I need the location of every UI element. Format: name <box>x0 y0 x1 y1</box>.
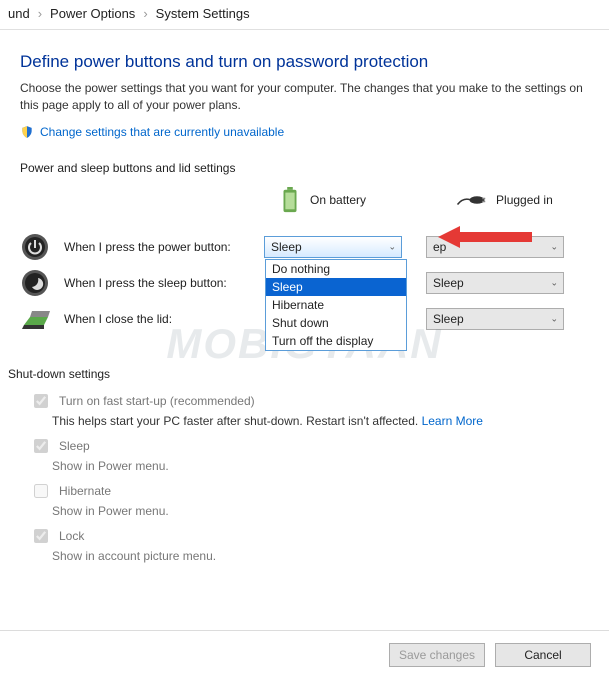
dropdown-option[interactable]: Hibernate <box>266 296 406 314</box>
power-button-battery-dropdown: Do nothing Sleep Hibernate Shut down Tur… <box>265 259 407 351</box>
dropdown-option[interactable]: Turn off the display <box>266 332 406 350</box>
hibernate-checkbox-row: Hibernate <box>20 481 589 501</box>
power-button-battery-select[interactable]: Sleep ⌄ Do nothing Sleep Hibernate Shut … <box>264 236 402 258</box>
sleep-icon <box>20 268 50 298</box>
breadcrumb-item[interactable]: und <box>4 6 34 21</box>
footer-separator <box>0 630 609 631</box>
hibernate-checkbox-label: Hibernate <box>59 484 111 498</box>
learn-more-link[interactable]: Learn More <box>422 414 483 428</box>
lid-label: When I close the lid: <box>64 312 264 326</box>
on-battery-header: On battery <box>280 187 366 213</box>
chevron-right-icon: › <box>139 6 151 21</box>
fast-startup-row: Turn on fast start-up (recommended) <box>20 391 589 411</box>
column-headers: On battery Plugged in <box>20 187 589 213</box>
change-unavailable-settings-link[interactable]: Change settings that are currently unava… <box>20 125 284 139</box>
page-description: Choose the power settings that you want … <box>20 80 589 115</box>
power-sleep-lid-header: Power and sleep buttons and lid settings <box>20 161 589 175</box>
chevron-down-icon: ⌄ <box>550 277 558 288</box>
plug-icon <box>456 191 486 209</box>
chevron-down-icon: ⌄ <box>550 313 558 324</box>
breadcrumb: und › Power Options › System Settings <box>0 0 609 30</box>
lock-checkbox-label: Lock <box>59 529 84 543</box>
annotation-arrow <box>458 232 532 242</box>
change-unavailable-settings-text[interactable]: Change settings that are currently unava… <box>40 125 284 139</box>
select-value: Sleep <box>433 312 464 326</box>
sleep-button-label: When I press the sleep button: <box>64 276 264 290</box>
fast-startup-label: Turn on fast start-up (recommended) <box>59 394 255 408</box>
select-value: Sleep <box>433 276 464 290</box>
annotation-arrow-head <box>438 226 460 248</box>
sleep-checkbox <box>34 439 48 453</box>
fast-startup-checkbox <box>34 394 48 408</box>
chevron-down-icon: ⌄ <box>388 241 396 252</box>
dropdown-option[interactable]: Do nothing <box>266 260 406 278</box>
shutdown-settings-header: Shut-down settings <box>8 367 589 381</box>
sleep-checkbox-label: Sleep <box>59 439 90 453</box>
power-button-row: When I press the power button: Sleep ⌄ D… <box>20 229 589 265</box>
save-changes-button: Save changes <box>389 643 485 667</box>
breadcrumb-item[interactable]: Power Options <box>46 6 139 21</box>
dropdown-option-selected[interactable]: Sleep <box>266 278 406 296</box>
battery-icon <box>280 187 300 213</box>
power-button-label: When I press the power button: <box>64 240 264 254</box>
sleep-checkbox-row: Sleep <box>20 436 589 456</box>
hibernate-checkbox <box>34 484 48 498</box>
dropdown-option[interactable]: Shut down <box>266 314 406 332</box>
chevron-down-icon: ⌄ <box>550 241 558 252</box>
page-title: Define power buttons and turn on passwor… <box>20 52 589 72</box>
breadcrumb-item[interactable]: System Settings <box>152 6 254 21</box>
sleep-checkbox-note: Show in Power menu. <box>52 459 589 473</box>
chevron-right-icon: › <box>34 6 46 21</box>
lock-checkbox-row: Lock <box>20 526 589 546</box>
sleep-button-plugged-select[interactable]: Sleep ⌄ <box>426 272 564 294</box>
shield-icon <box>20 125 34 139</box>
fast-startup-note: This helps start your PC faster after sh… <box>52 414 589 428</box>
lid-plugged-select[interactable]: Sleep ⌄ <box>426 308 564 330</box>
select-value: Sleep <box>271 240 302 254</box>
plugged-in-label: Plugged in <box>496 193 553 207</box>
hibernate-checkbox-note: Show in Power menu. <box>52 504 589 518</box>
on-battery-label: On battery <box>310 193 366 207</box>
lock-checkbox-note: Show in account picture menu. <box>52 549 589 563</box>
cancel-button[interactable]: Cancel <box>495 643 591 667</box>
power-icon <box>20 232 50 262</box>
lock-checkbox <box>34 529 48 543</box>
lid-icon <box>20 304 50 334</box>
plugged-in-header: Plugged in <box>456 191 553 209</box>
